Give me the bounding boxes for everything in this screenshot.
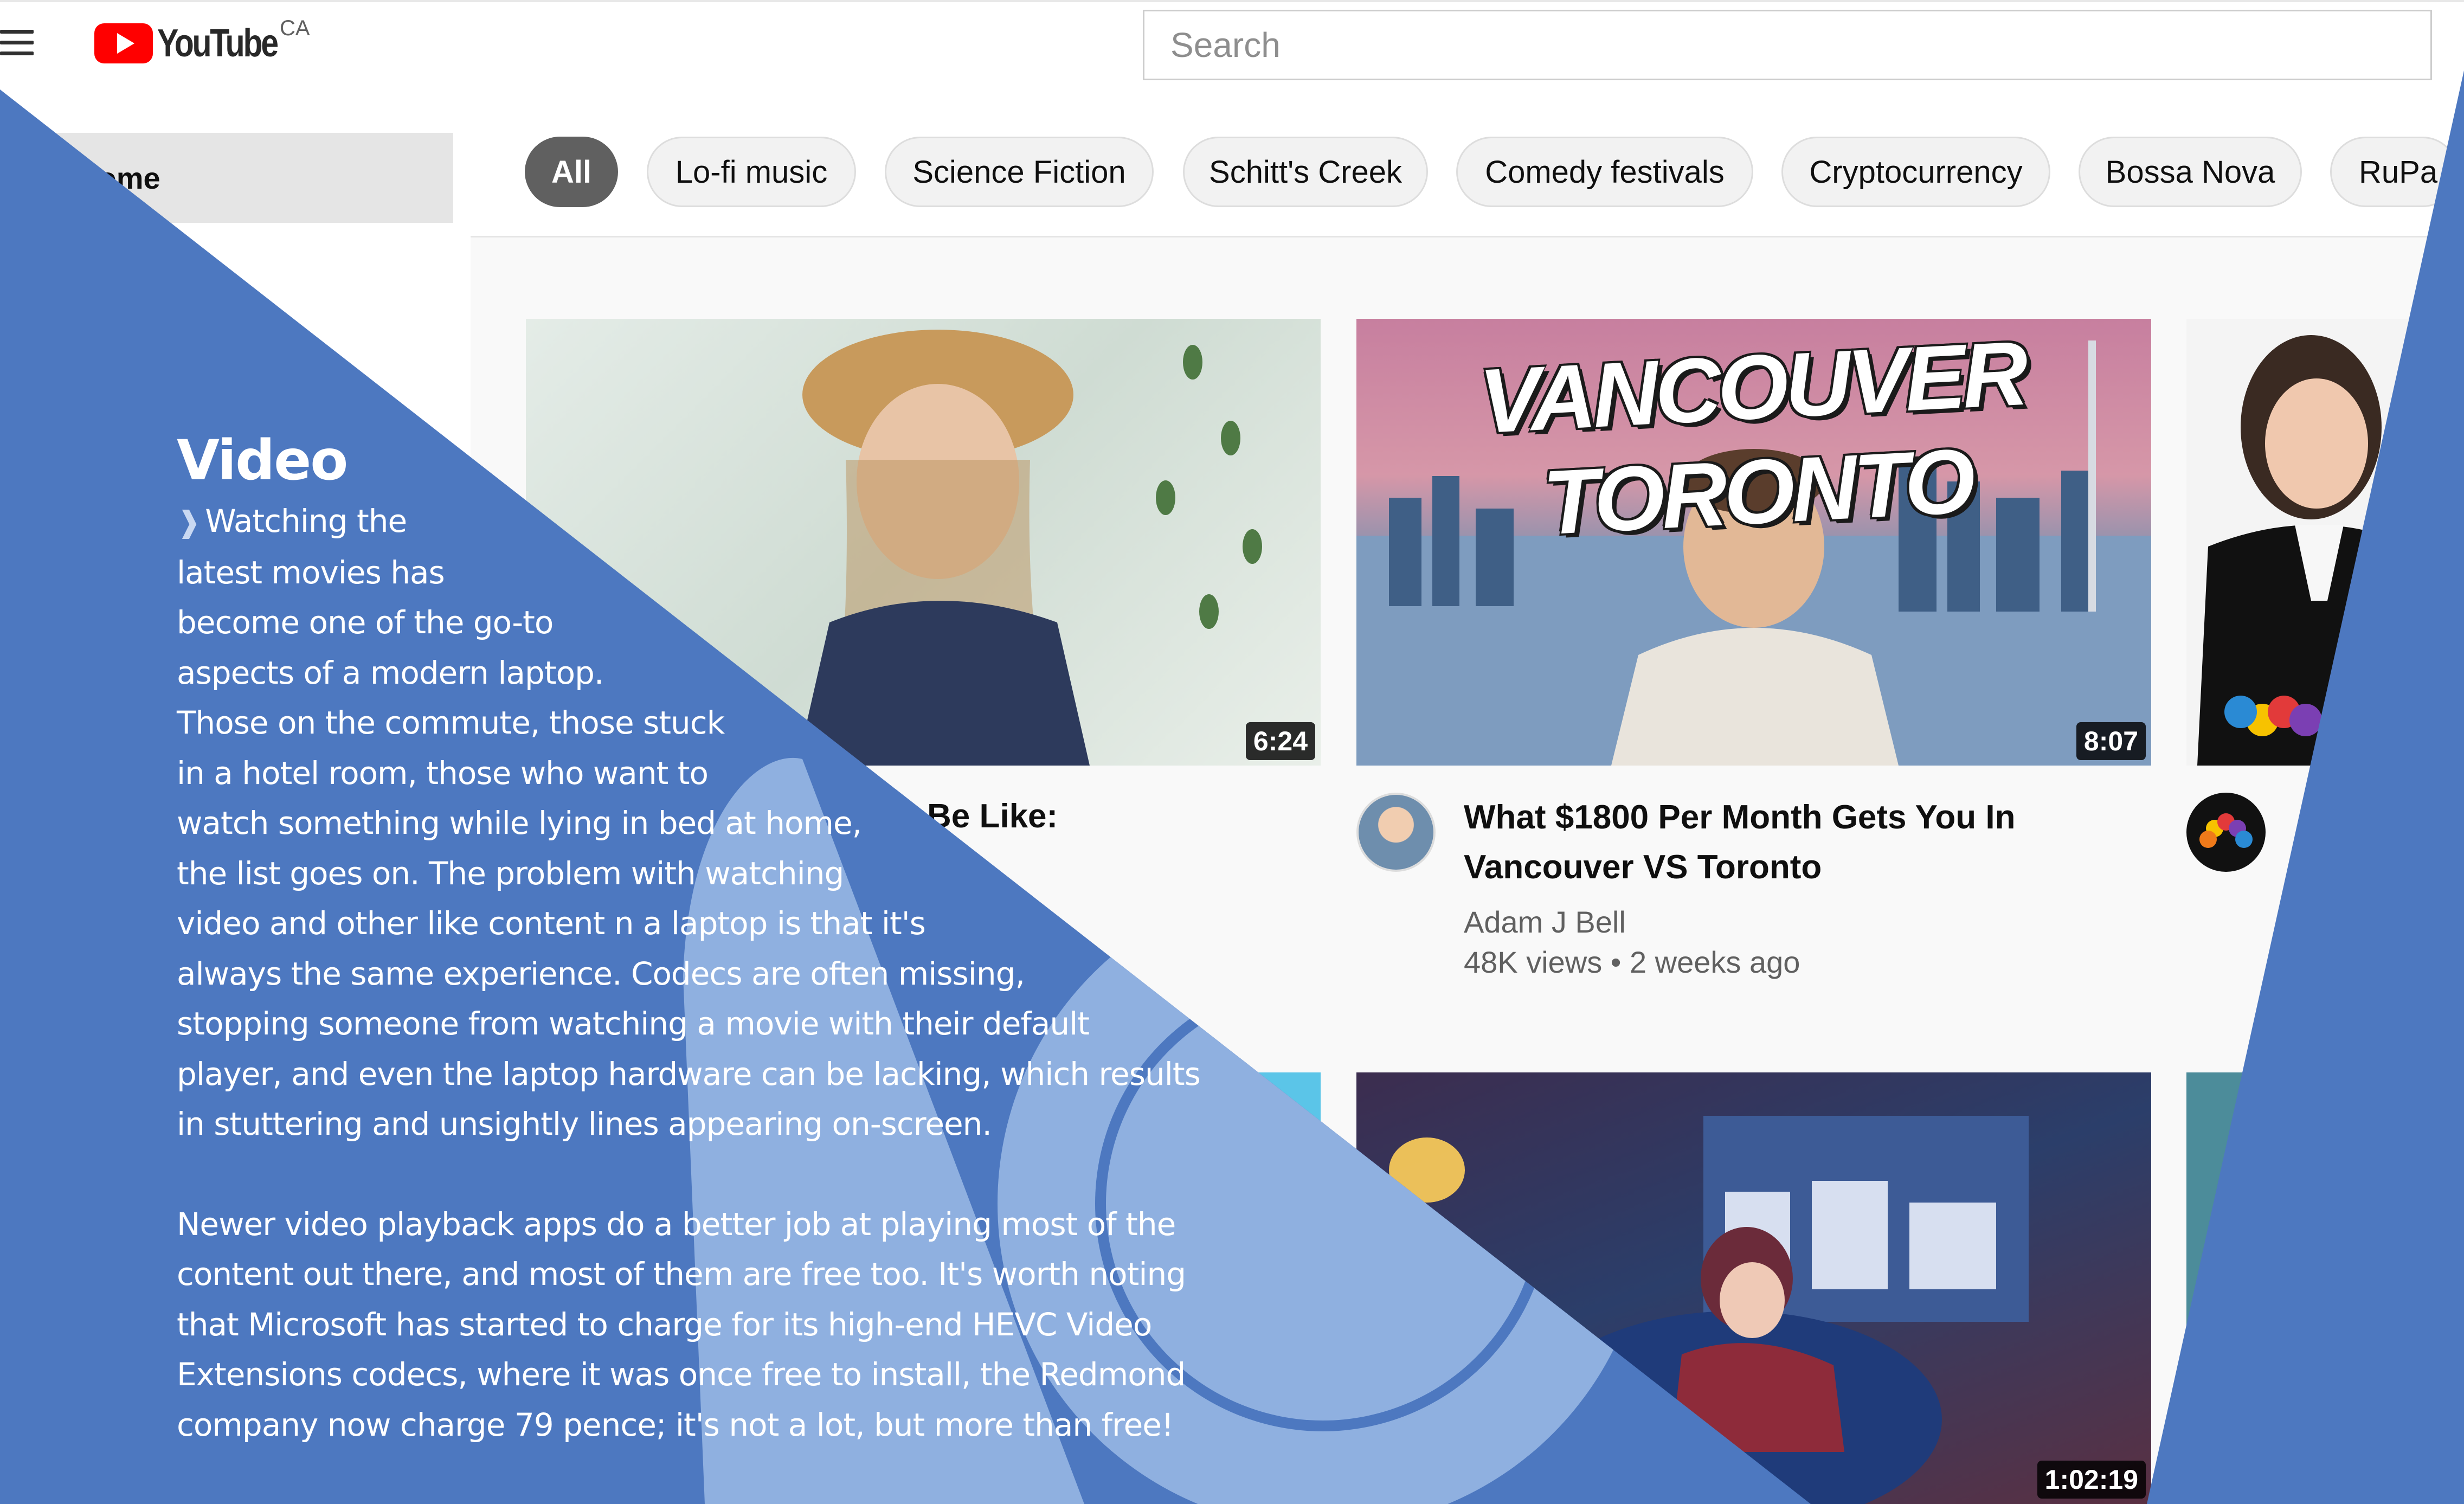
- article-line: Watching the: [205, 503, 407, 539]
- sidebar-item-label: lome: [89, 161, 160, 195]
- article-line: become one of the go-to: [177, 604, 554, 641]
- article-paragraph: Newer video playback apps do a better jo…: [177, 1199, 1228, 1450]
- chip-lofi-music[interactable]: Lo-fi music: [647, 137, 856, 207]
- video-thumbnail[interactable]: [2186, 319, 2414, 766]
- channel-name[interactable]: Adam J Bell: [1464, 904, 1626, 940]
- article-line: company now charge 79 pence; it's not a …: [177, 1406, 1174, 1443]
- hamburger-menu-icon[interactable]: [0, 30, 34, 56]
- thumbnail-image: [1389, 1116, 2029, 1504]
- article-line: content out there, and most of them are …: [177, 1256, 1186, 1293]
- article-line: aspects of a modern laptop.: [177, 654, 604, 691]
- video-title[interactable]: What $1800 Per Month Gets You In Vancouv…: [1464, 793, 2114, 892]
- youtube-logo[interactable]: YouTube: [94, 22, 303, 65]
- chevron-right-icon: ❱: [177, 505, 201, 539]
- chip-comedy-festivals[interactable]: Comedy festivals: [1456, 137, 1753, 207]
- channel-avatar[interactable]: [2186, 793, 2266, 872]
- search-box[interactable]: [1143, 10, 2432, 80]
- article-line: stopping someone from watching a movie w…: [177, 1005, 1090, 1042]
- video-duration: 8:07: [2076, 722, 2146, 760]
- search-input[interactable]: [1144, 11, 2430, 79]
- video-duration: 1:02:19: [2037, 1461, 2146, 1499]
- video-thumbnail[interactable]: 1:02:19: [1356, 1072, 2151, 1504]
- thumbnail-image: [2197, 335, 2414, 766]
- article-line: video and other like content n a laptop …: [177, 905, 926, 942]
- article-line: the list goes on. The problem with watch…: [177, 854, 844, 892]
- chip-science-fiction[interactable]: Science Fiction: [885, 137, 1154, 207]
- logo-region-label: CA: [280, 16, 310, 40]
- nbc-peacock-icon: [2199, 813, 2253, 848]
- article-line: in stuttering and unsightly lines appear…: [177, 1105, 992, 1142]
- video-thumbnail[interactable]: VANCOUVER TORONTO 8:07: [1356, 319, 2151, 766]
- chip-schitts-creek[interactable]: Schitt's Creek: [1183, 137, 1428, 207]
- sidebar-item-home[interactable]: [0, 133, 453, 223]
- video-thumbnail[interactable]: [2186, 1072, 2414, 1504]
- video-meta: 48K views • 2 weeks ago: [1464, 945, 1800, 979]
- thumbnail-title-text: VANCOUVER TORONTO: [1477, 322, 2028, 554]
- article-line: that Microsoft has started to charge for…: [177, 1306, 1152, 1343]
- article-line: player, and even the laptop hardware can…: [177, 1055, 1201, 1092]
- chip-rupaul[interactable]: RuPa: [2330, 137, 2458, 207]
- chip-all[interactable]: All: [525, 137, 618, 207]
- logo-text: YouTube: [157, 22, 279, 65]
- article-line: in a hotel room, those who want to: [177, 754, 709, 792]
- article-line: watch something while lying in bed at ho…: [177, 805, 862, 841]
- article-line: Extensions codecs, where it was once fre…: [177, 1356, 1186, 1393]
- article-line: always the same experience. Codecs are o…: [177, 955, 1025, 992]
- article-line: Those on the commute, those stuck: [177, 704, 725, 741]
- article-line: Newer video playback apps do a better jo…: [177, 1205, 1176, 1243]
- article-paragraph: ❱ Watching the latest movies has become o…: [177, 496, 1228, 1149]
- article: Video ❱ Watching the latest movies has be…: [177, 428, 1228, 1450]
- video-duration: 6:24: [1245, 722, 1315, 760]
- chip-bossa-nova[interactable]: Bossa Nova: [2079, 137, 2302, 207]
- article-heading: Video: [177, 428, 348, 493]
- video-title-line: What $1800 Per Month Gets You In: [1464, 799, 2016, 836]
- channel-avatar[interactable]: [1356, 793, 1436, 872]
- video-title-line: Vancouver VS Toronto: [1464, 849, 1822, 886]
- youtube-play-icon: [94, 23, 153, 63]
- chip-cryptocurrency[interactable]: Cryptocurrency: [1781, 137, 2050, 207]
- video-thumbnail[interactable]: [1258, 1072, 1321, 1504]
- article-line: latest movies has: [177, 554, 445, 591]
